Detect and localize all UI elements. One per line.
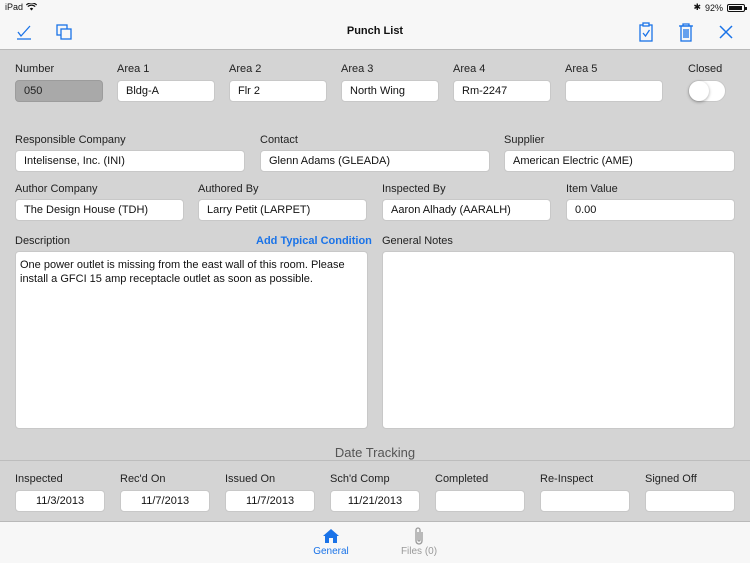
contact-label: Contact	[260, 134, 298, 146]
status-bar: iPad ✱ 92%	[0, 0, 750, 14]
bluetooth-icon: ✱	[693, 2, 701, 12]
clipboard-check-button[interactable]	[634, 20, 658, 44]
general-notes-label: General Notes	[382, 235, 453, 247]
authored-by-field[interactable]: Larry Petit (LARPET)	[198, 199, 367, 221]
area2-field[interactable]: Flr 2	[229, 80, 327, 102]
inspected-date-field[interactable]: 11/3/2013	[15, 490, 105, 512]
item-value-field[interactable]: 0.00	[566, 199, 735, 221]
schd-comp-field[interactable]: 11/21/2013	[330, 490, 420, 512]
trash-icon	[679, 23, 693, 42]
closed-toggle[interactable]	[688, 80, 726, 102]
navigation-bar: Punch List	[0, 14, 750, 50]
area1-field[interactable]: Bldg-A	[117, 80, 215, 102]
area2-label: Area 2	[229, 63, 262, 75]
date-tracking-title: Date Tracking	[334, 445, 416, 460]
wifi-icon	[26, 3, 38, 11]
supplier-field[interactable]: American Electric (AME)	[504, 150, 735, 172]
recd-on-label: Rec'd On	[120, 473, 166, 485]
authored-by-label: Authored By	[198, 183, 259, 195]
battery-fill	[729, 5, 742, 10]
area1-label: Area 1	[117, 63, 150, 75]
issued-on-label: Issued On	[225, 473, 276, 485]
inspected-by-label: Inspected By	[382, 183, 446, 195]
general-notes-textarea[interactable]	[382, 251, 735, 429]
toggle-knob	[689, 81, 709, 101]
contact-field[interactable]: Glenn Adams (GLEADA)	[260, 150, 490, 172]
area4-field[interactable]: Rm-2247	[453, 80, 551, 102]
tab-general-label: General	[313, 546, 349, 557]
battery-percent: 92%	[704, 2, 723, 13]
clipboard-check-icon	[639, 22, 653, 42]
add-typical-condition-link[interactable]: Add Typical Condition	[256, 235, 372, 247]
home-icon	[323, 529, 339, 543]
re-inspect-label: Re-Inspect	[540, 473, 594, 485]
area4-label: Area 4	[453, 63, 486, 75]
item-value-label: Item Value	[566, 183, 618, 195]
description-textarea[interactable]: One power outlet is missing from the eas…	[15, 251, 368, 429]
responsible-company-label: Responsible Company	[15, 134, 126, 146]
author-company-label: Author Company	[15, 183, 98, 195]
device-name: iPad	[5, 2, 24, 12]
close-icon	[719, 25, 733, 39]
paperclip-icon	[415, 527, 423, 545]
area5-label: Area 5	[565, 63, 598, 75]
inspected-date-label: Inspected	[15, 473, 63, 485]
area5-field[interactable]	[565, 80, 663, 102]
tab-files[interactable]: Files (0)	[389, 526, 449, 557]
issued-on-field[interactable]: 11/7/2013	[225, 490, 315, 512]
battery-icon	[727, 3, 747, 12]
recd-on-field[interactable]: 11/7/2013	[120, 490, 210, 512]
completed-field[interactable]	[435, 490, 525, 512]
tab-general[interactable]: General	[301, 526, 361, 557]
number-label: Number	[15, 63, 55, 75]
signed-off-label: Signed Off	[645, 473, 697, 485]
schd-comp-label: Sch'd Comp	[330, 473, 390, 485]
inspected-by-field[interactable]: Aaron Alhady (AARALH)	[382, 199, 551, 221]
delete-button[interactable]	[674, 20, 698, 44]
responsible-company-field[interactable]: Intelisense, Inc. (INI)	[15, 150, 245, 172]
section-divider	[0, 460, 750, 461]
closed-label: Closed	[688, 63, 723, 75]
tab-bar: General Files (0)	[0, 521, 750, 563]
close-button[interactable]	[714, 20, 738, 44]
number-field: 050	[15, 80, 103, 102]
description-label: Description	[15, 235, 71, 247]
author-company-field[interactable]: The Design House (TDH)	[15, 199, 184, 221]
area3-field[interactable]: North Wing	[341, 80, 439, 102]
re-inspect-field[interactable]	[540, 490, 630, 512]
tab-files-label: Files (0)	[400, 546, 438, 557]
completed-label: Completed	[435, 473, 489, 485]
area3-label: Area 3	[341, 63, 374, 75]
supplier-label: Supplier	[504, 134, 545, 146]
signed-off-field[interactable]	[645, 490, 735, 512]
